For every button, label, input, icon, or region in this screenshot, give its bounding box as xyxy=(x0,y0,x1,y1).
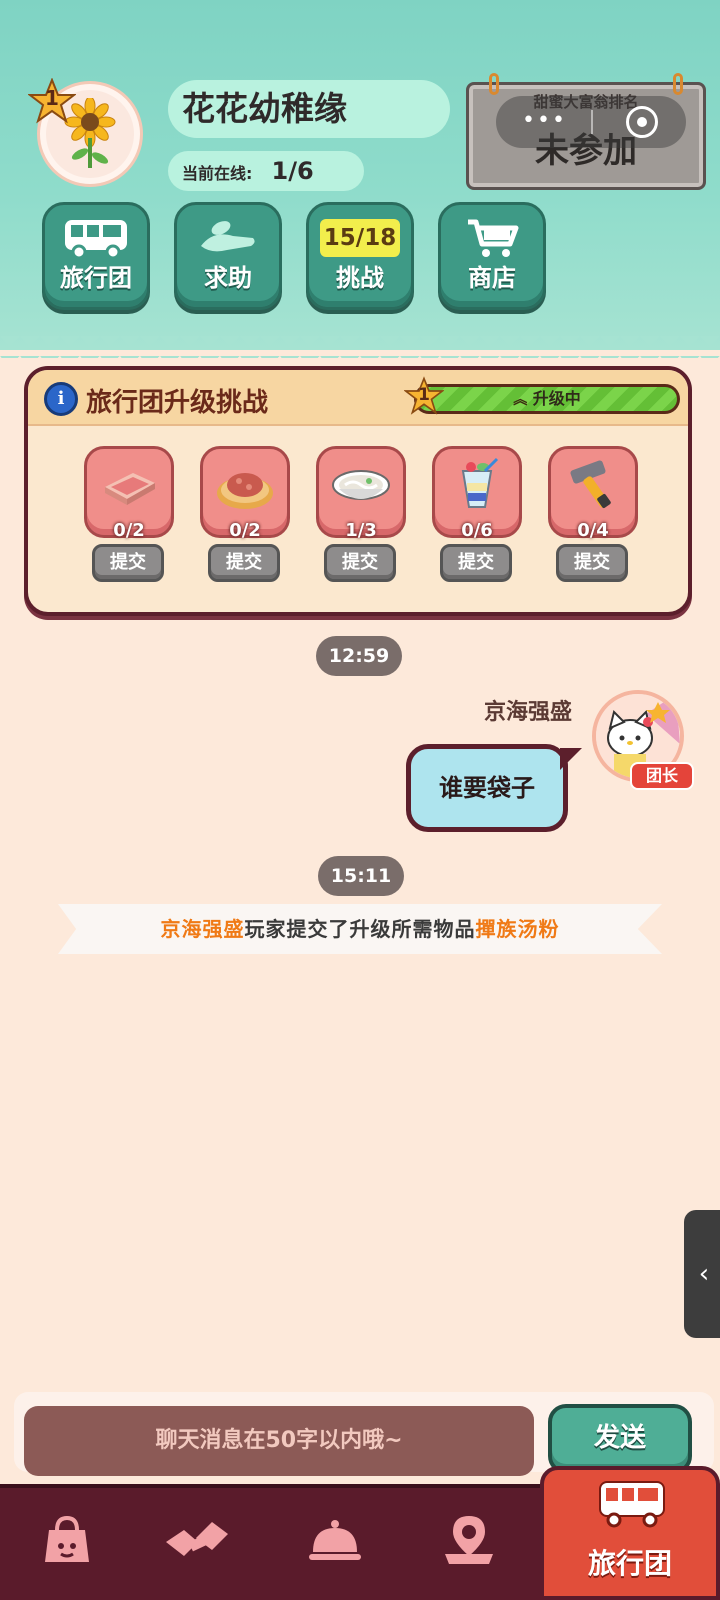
challenge-item-hammer[interactable]: 0/4 xyxy=(548,446,638,541)
nav-label: 求助 xyxy=(204,264,252,292)
bubble-tail xyxy=(560,748,582,770)
challenge-item-meat[interactable]: 0/2 xyxy=(84,446,174,541)
nav-label: 商店 xyxy=(468,264,516,292)
item-count: 0/2 xyxy=(113,520,145,541)
submit-button[interactable]: 提交 xyxy=(556,544,628,582)
chevron-left-icon: ‹ xyxy=(698,1259,710,1289)
tab-friends[interactable] xyxy=(152,1500,242,1580)
more-icon[interactable]: ••• xyxy=(522,108,567,133)
nav-help-button[interactable]: 求助 xyxy=(174,202,282,310)
chat-message-bubble[interactable]: 谁要袋子 xyxy=(406,744,568,832)
tab-travel-group[interactable]: 旅行团 xyxy=(540,1466,720,1600)
hammer-icon xyxy=(570,460,611,508)
submit-button[interactable]: 提交 xyxy=(208,544,280,582)
help-hand-icon xyxy=(185,213,271,263)
bus-icon xyxy=(599,1481,665,1528)
upgrade-challenge-panel: i 旅行团升级挑战 ︽ 升级中 1 0/2 0/2 1/3 0/6 0/4 提交… xyxy=(24,366,692,616)
nav-label: 旅行团 xyxy=(60,264,132,292)
capsule-divider xyxy=(591,110,593,134)
panel-header: i 旅行团升级挑战 ︽ 升级中 1 xyxy=(28,370,688,426)
sender-name: 京海强盛 xyxy=(483,700,572,725)
nav-shop-button[interactable]: 商店 xyxy=(438,202,546,310)
pizza-icon xyxy=(217,473,273,509)
submit-button[interactable]: 提交 xyxy=(324,544,396,582)
progress-label: ︽ 升级中 xyxy=(414,384,680,414)
nav-label: 挑战 xyxy=(336,264,384,292)
progress-text: 升级中 xyxy=(532,389,581,408)
notice-player-name: 京海强盛 xyxy=(160,917,245,941)
item-count: 0/6 xyxy=(461,520,493,541)
challenge-item-noodle-soup[interactable]: 1/3 xyxy=(316,446,406,541)
chat-input[interactable]: 聊天消息在50字以内哦~ xyxy=(24,1406,534,1476)
side-expand-tab[interactable]: ‹ xyxy=(684,1210,720,1338)
team-name: 花花幼稚缘 xyxy=(168,80,450,138)
submit-button[interactable]: 提交 xyxy=(440,544,512,582)
leader-badge: 团长 xyxy=(630,762,694,790)
info-icon[interactable]: i xyxy=(44,382,78,416)
tab-map[interactable] xyxy=(424,1500,514,1580)
item-count: 1/3 xyxy=(345,520,377,541)
panel-title: 旅行团升级挑战 xyxy=(86,388,269,418)
online-label: 当前在线: xyxy=(182,164,253,183)
chat-timestamp: 12:59 xyxy=(316,636,402,676)
upgrade-progress-bar: ︽ 升级中 xyxy=(414,384,680,414)
notice-text: 玩家提交了升级所需物品 xyxy=(244,917,476,941)
map-pin-icon xyxy=(445,1516,493,1564)
meat-icon xyxy=(105,473,155,505)
noodle-bowl-icon xyxy=(332,470,390,500)
shopping-bag-icon xyxy=(45,1515,89,1562)
nav-travel-group-button[interactable]: 旅行团 xyxy=(42,202,150,310)
system-notice-banner: 京海强盛玩家提交了升级所需物品撣族汤粉 xyxy=(58,904,662,954)
notice-item-name: 撣族汤粉 xyxy=(475,917,560,941)
group-level-star: 1 xyxy=(403,376,445,416)
team-level-number: 1 xyxy=(45,86,59,110)
challenge-counter: 15/18 xyxy=(317,213,403,263)
handshake-icon xyxy=(166,1522,228,1556)
service-bell-icon xyxy=(309,1520,361,1560)
online-count: 当前在线: 1/6 xyxy=(168,151,364,191)
challenge-item-parfait[interactable]: 0/6 xyxy=(432,446,522,541)
parfait-icon xyxy=(461,457,499,508)
challenge-item-pizza[interactable]: 0/2 xyxy=(200,446,290,541)
cart-icon xyxy=(449,213,535,263)
bus-icon xyxy=(53,213,139,263)
challenge-count: 15/18 xyxy=(320,219,400,257)
team-level-star: 1 xyxy=(27,77,77,124)
nav-challenge-button[interactable]: 15/18 挑战 xyxy=(306,202,414,310)
close-target-icon[interactable] xyxy=(626,106,658,138)
send-button[interactable]: 发送 xyxy=(548,1404,692,1474)
tab-service-bell[interactable] xyxy=(290,1500,380,1580)
tab-shopping-bag[interactable] xyxy=(22,1500,112,1580)
item-count: 0/2 xyxy=(229,520,261,541)
submit-button[interactable]: 提交 xyxy=(92,544,164,582)
header-zigzag-edge xyxy=(0,336,720,358)
group-level-number: 1 xyxy=(418,385,430,405)
chevron-up-icon: ︽ xyxy=(513,392,528,408)
online-value: 1/6 xyxy=(271,157,314,185)
chat-timestamp: 15:11 xyxy=(318,856,404,896)
item-count: 0/4 xyxy=(577,520,609,541)
tab-label: 旅行团 xyxy=(587,1547,672,1580)
miniprogram-capsule[interactable]: ••• xyxy=(496,96,686,148)
